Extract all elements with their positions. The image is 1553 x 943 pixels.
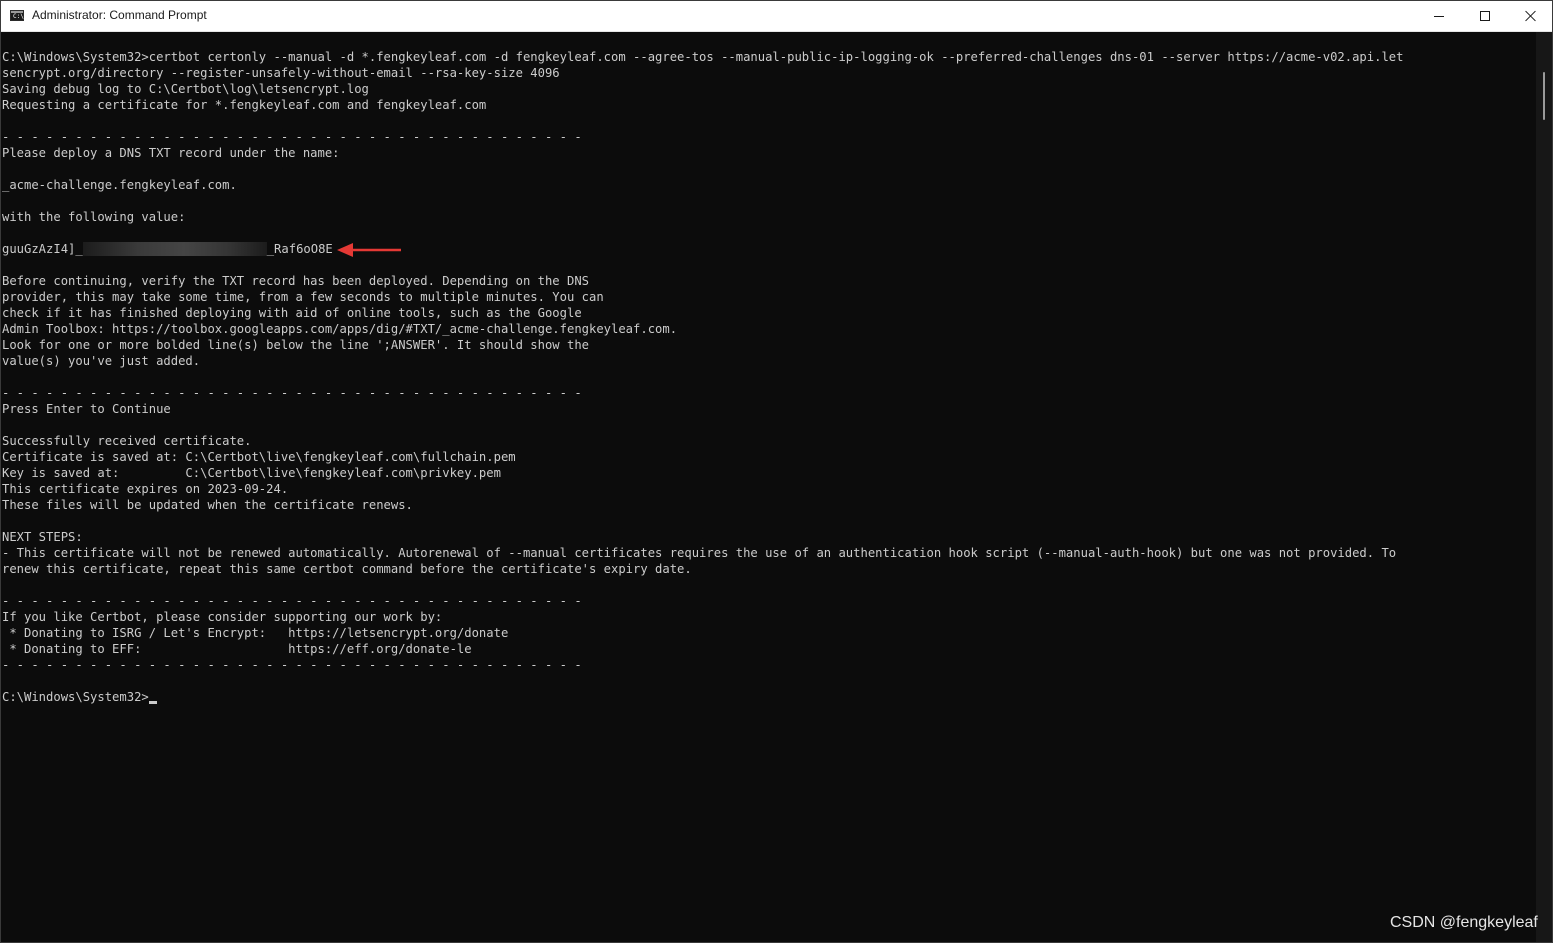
console-line: Before continuing, verify the TXT record… — [2, 274, 589, 288]
minimize-button[interactable] — [1416, 1, 1462, 31]
console-line: Press Enter to Continue — [2, 402, 171, 416]
console-line: These files will be updated when the cer… — [2, 498, 413, 512]
console-line: NEXT STEPS: — [2, 530, 83, 544]
console-line: provider, this may take some time, from … — [2, 290, 604, 304]
console-line: Successfully received certificate. — [2, 434, 252, 448]
console-line: value(s) you've just added. — [2, 354, 201, 368]
dns-record-name: _acme-challenge.fengkeyleaf.com. — [2, 178, 237, 192]
console-line: Key is saved at: C:\Certbot\live\fengkey… — [2, 466, 501, 480]
vertical-scrollbar[interactable] — [1536, 32, 1552, 942]
maximize-icon — [1480, 11, 1490, 21]
close-button[interactable] — [1508, 1, 1553, 31]
txt-value-prefix: guuGzAzI4]_ — [2, 242, 83, 256]
console-line: Requesting a certificate for *.fengkeyle… — [2, 98, 487, 112]
console-line: Please deploy a DNS TXT record under the… — [2, 146, 340, 160]
app-icon-glyph: C:\ — [13, 13, 24, 20]
title-bar[interactable]: C:\ Administrator: Command Prompt — [1, 1, 1552, 32]
prompt-line[interactable]: C:\Windows\System32> — [2, 689, 1534, 705]
redacted-block — [82, 242, 267, 256]
console-line: This certificate expires on 2023-09-24. — [2, 482, 289, 496]
cmd-app-icon[interactable]: C:\ — [10, 10, 24, 21]
console-line: C:\Windows\System32>certbot certonly --m… — [2, 50, 1404, 64]
console-output[interactable]: C:\Windows\System32>certbot certonly --m… — [2, 49, 1534, 929]
console-line: Look for one or more bolded line(s) belo… — [2, 338, 589, 352]
command-prompt: C:\Windows\System32> — [2, 690, 149, 704]
separator-line: - - - - - - - - - - - - - - - - - - - - … — [2, 594, 582, 608]
scrollbar-thumb[interactable] — [1543, 72, 1545, 120]
txt-value-line: guuGzAzI4]_ _Raf6oO8E — [2, 241, 1534, 257]
console-line: with the following value: — [2, 210, 186, 224]
console-line: If you like Certbot, please consider sup… — [2, 610, 443, 624]
annotation-arrow-icon — [336, 242, 401, 257]
console-line: * Donating to EFF: https://eff.org/donat… — [2, 642, 472, 656]
close-icon — [1525, 10, 1537, 22]
separator-line: - - - - - - - - - - - - - - - - - - - - … — [2, 386, 582, 400]
txt-value-suffix: _Raf6oO8E — [266, 242, 333, 256]
text-cursor — [148, 701, 157, 704]
console-line: Saving debug log to C:\Certbot\log\letse… — [2, 82, 369, 96]
command-prompt-window: C:\ Administrator: Command Prompt C:\Win… — [0, 0, 1553, 943]
window-title: Administrator: Command Prompt — [32, 8, 207, 22]
console-line: Certificate is saved at: C:\Certbot\live… — [2, 450, 516, 464]
console-line: Admin Toolbox: https://toolbox.googleapp… — [2, 322, 678, 336]
watermark: CSDN @fengkeyleaf — [1390, 914, 1538, 931]
console-line: - This certificate will not be renewed a… — [2, 546, 1397, 560]
separator-line: - - - - - - - - - - - - - - - - - - - - … — [2, 658, 582, 672]
console-line: renew this certificate, repeat this same… — [2, 562, 692, 576]
console-line: check if it has finished deploying with … — [2, 306, 582, 320]
console-line: sencrypt.org/directory --register-unsafe… — [2, 66, 560, 80]
console-line: * Donating to ISRG / Let's Encrypt: http… — [2, 626, 509, 640]
maximize-button[interactable] — [1462, 1, 1508, 31]
minimize-icon — [1434, 16, 1444, 17]
separator-line: - - - - - - - - - - - - - - - - - - - - … — [2, 130, 582, 144]
